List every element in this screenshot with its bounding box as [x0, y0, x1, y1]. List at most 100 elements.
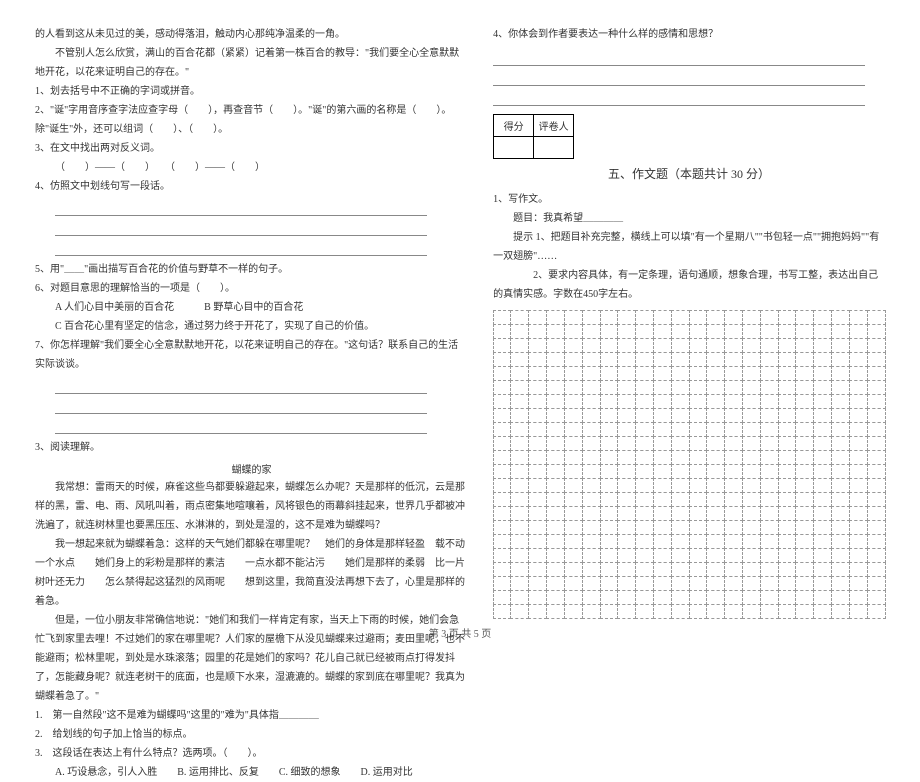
grid-cell[interactable]	[706, 380, 725, 395]
grid-cell[interactable]	[582, 534, 601, 549]
grid-cell[interactable]	[867, 534, 886, 549]
grid-cell[interactable]	[689, 492, 708, 507]
grid-cell[interactable]	[493, 520, 512, 535]
grid-cell[interactable]	[653, 352, 672, 367]
grid-cell[interactable]	[582, 478, 601, 493]
grid-cell[interactable]	[617, 366, 636, 381]
grid-cell[interactable]	[671, 478, 690, 493]
grid-cell[interactable]	[600, 492, 619, 507]
grid-cell[interactable]	[582, 394, 601, 409]
grid-cell[interactable]	[546, 310, 565, 325]
grid-cell[interactable]	[635, 324, 654, 339]
grid-cell[interactable]	[510, 422, 529, 437]
answer-line[interactable]	[493, 90, 865, 106]
grid-cell[interactable]	[564, 352, 583, 367]
grid-cell[interactable]	[849, 422, 868, 437]
grid-cell[interactable]	[528, 548, 547, 563]
grid-cell[interactable]	[795, 366, 814, 381]
grid-cell[interactable]	[600, 576, 619, 591]
grid-cell[interactable]	[831, 506, 850, 521]
grid-cell[interactable]	[760, 394, 779, 409]
grid-cell[interactable]	[653, 562, 672, 577]
grid-cell[interactable]	[778, 520, 797, 535]
grid-cell[interactable]	[546, 590, 565, 605]
grid-cell[interactable]	[778, 478, 797, 493]
grid-cell[interactable]	[564, 366, 583, 381]
grid-cell[interactable]	[671, 310, 690, 325]
grid-cell[interactable]	[724, 506, 743, 521]
grid-cell[interactable]	[546, 408, 565, 423]
grid-cell[interactable]	[795, 478, 814, 493]
grid-cell[interactable]	[546, 352, 565, 367]
grid-cell[interactable]	[510, 450, 529, 465]
composition-grid[interactable]	[493, 310, 885, 618]
grid-cell[interactable]	[706, 576, 725, 591]
grid-cell[interactable]	[564, 562, 583, 577]
grid-cell[interactable]	[582, 548, 601, 563]
grid-cell[interactable]	[493, 436, 512, 451]
grid-cell[interactable]	[849, 604, 868, 619]
grid-cell[interactable]	[778, 548, 797, 563]
grid-cell[interactable]	[849, 548, 868, 563]
grid-cell[interactable]	[546, 366, 565, 381]
grid-cell[interactable]	[795, 590, 814, 605]
grid-cell[interactable]	[653, 492, 672, 507]
grid-cell[interactable]	[831, 492, 850, 507]
grid-cell[interactable]	[813, 366, 832, 381]
grid-cell[interactable]	[724, 394, 743, 409]
grid-cell[interactable]	[849, 464, 868, 479]
grid-cell[interactable]	[849, 506, 868, 521]
grid-cell[interactable]	[564, 604, 583, 619]
grid-cell[interactable]	[653, 590, 672, 605]
grid-cell[interactable]	[867, 548, 886, 563]
grid-cell[interactable]	[653, 478, 672, 493]
answer-line[interactable]	[493, 70, 865, 86]
grid-cell[interactable]	[564, 548, 583, 563]
grid-cell[interactable]	[600, 464, 619, 479]
grid-cell[interactable]	[493, 422, 512, 437]
grid-cell[interactable]	[813, 506, 832, 521]
grid-cell[interactable]	[671, 338, 690, 353]
grid-cell[interactable]	[706, 366, 725, 381]
grid-cell[interactable]	[617, 590, 636, 605]
grid-cell[interactable]	[760, 604, 779, 619]
grid-cell[interactable]	[742, 520, 761, 535]
grid-cell[interactable]	[600, 520, 619, 535]
grid-cell[interactable]	[493, 478, 512, 493]
grid-cell[interactable]	[564, 324, 583, 339]
grid-cell[interactable]	[724, 478, 743, 493]
answer-line[interactable]	[493, 50, 865, 66]
grid-cell[interactable]	[689, 310, 708, 325]
grid-cell[interactable]	[706, 562, 725, 577]
grid-cell[interactable]	[528, 520, 547, 535]
grid-cell[interactable]	[564, 450, 583, 465]
grid-cell[interactable]	[528, 590, 547, 605]
grid-cell[interactable]	[706, 352, 725, 367]
grid-cell[interactable]	[689, 506, 708, 521]
answer-line[interactable]	[55, 240, 427, 256]
grid-cell[interactable]	[778, 492, 797, 507]
grid-cell[interactable]	[724, 604, 743, 619]
grid-cell[interactable]	[742, 380, 761, 395]
grid-cell[interactable]	[546, 604, 565, 619]
grid-cell[interactable]	[760, 548, 779, 563]
grid-cell[interactable]	[742, 604, 761, 619]
grid-cell[interactable]	[600, 408, 619, 423]
grid-cell[interactable]	[813, 464, 832, 479]
grid-cell[interactable]	[813, 590, 832, 605]
grid-cell[interactable]	[867, 380, 886, 395]
answer-line[interactable]	[55, 378, 427, 394]
grid-cell[interactable]	[564, 436, 583, 451]
grid-cell[interactable]	[510, 492, 529, 507]
grid-cell[interactable]	[706, 534, 725, 549]
grid-cell[interactable]	[635, 590, 654, 605]
grid-cell[interactable]	[867, 436, 886, 451]
grid-cell[interactable]	[760, 506, 779, 521]
grid-cell[interactable]	[582, 576, 601, 591]
grid-cell[interactable]	[582, 604, 601, 619]
grid-cell[interactable]	[564, 338, 583, 353]
grid-cell[interactable]	[760, 534, 779, 549]
grid-cell[interactable]	[795, 506, 814, 521]
grid-cell[interactable]	[671, 520, 690, 535]
grid-cell[interactable]	[653, 576, 672, 591]
